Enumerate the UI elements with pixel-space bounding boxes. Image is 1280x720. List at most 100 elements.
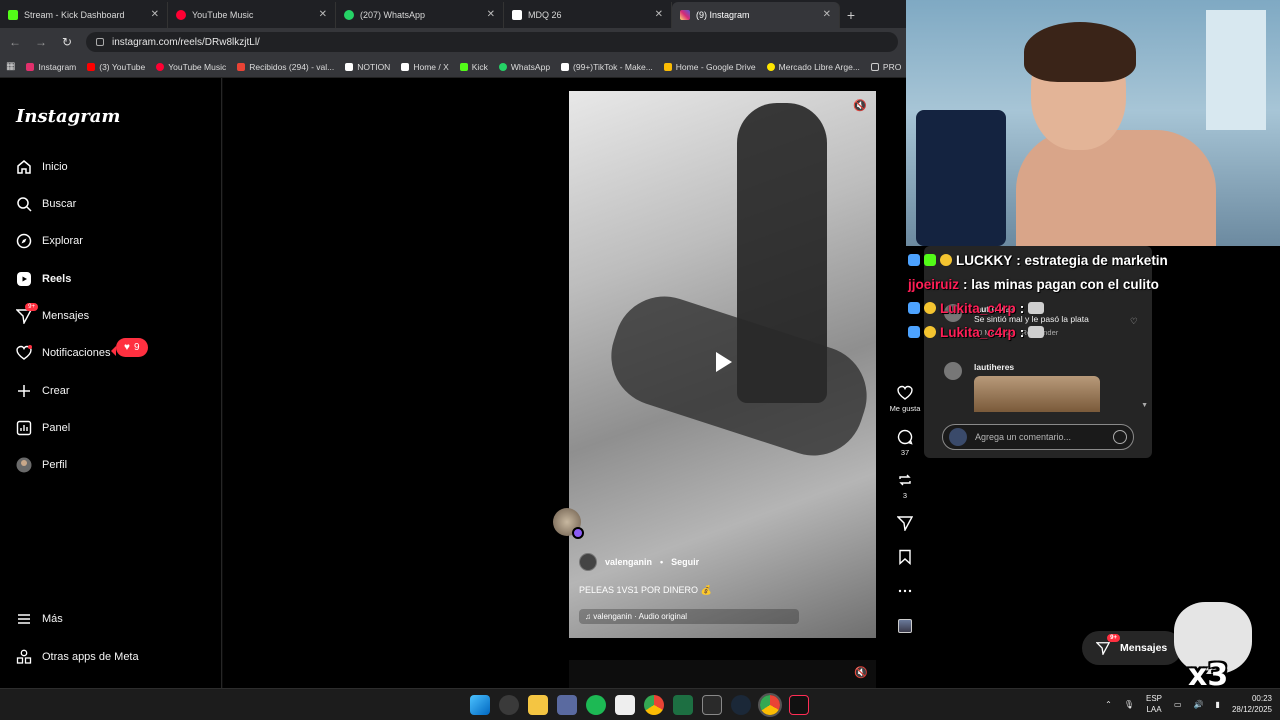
mute-icon[interactable]: 🔇: [852, 99, 868, 115]
apps-grid-icon[interactable]: ▦: [6, 61, 15, 72]
chrome-icon[interactable]: [644, 695, 664, 715]
battery-icon[interactable]: ▮: [1216, 700, 1220, 709]
comment-image[interactable]: [974, 376, 1100, 412]
messages-floating-button[interactable]: 9+ Mensajes: [1082, 631, 1182, 665]
close-icon[interactable]: ✕: [823, 9, 831, 20]
comment-input[interactable]: Agrega un comentario...: [942, 424, 1134, 450]
chevron-up-icon[interactable]: ⌃: [1105, 700, 1112, 709]
author-name[interactable]: valenganin: [605, 557, 652, 567]
language-indicator[interactable]: ESP LAA: [1146, 693, 1162, 715]
mute-icon[interactable]: 🔇: [854, 666, 868, 679]
epic-games-icon[interactable]: [702, 695, 722, 715]
store-icon[interactable]: [557, 695, 577, 715]
bookmark-notion[interactable]: NOTION: [345, 62, 390, 72]
nav-perfil[interactable]: Perfil: [16, 455, 67, 475]
bookmark-kick[interactable]: Kick: [459, 62, 488, 72]
tab-kick-dashboard[interactable]: Stream - Kick Dashboard ✕: [0, 2, 168, 28]
excel-icon[interactable]: [673, 695, 693, 715]
instagram-logo[interactable]: Instagram: [16, 106, 120, 127]
scroll-down-icon[interactable]: ▼: [1141, 402, 1148, 409]
tab-mdq26[interactable]: MDQ 26 ✕: [504, 2, 672, 28]
site-info-icon[interactable]: [96, 38, 104, 46]
reel-caption[interactable]: PELEAS 1VS1 POR DINERO 💰: [579, 585, 712, 596]
close-icon[interactable]: ✕: [655, 9, 663, 20]
microphone-icon[interactable]: 🎙: [1124, 700, 1134, 709]
tab-youtube-music[interactable]: YouTube Music ✕: [168, 2, 336, 28]
bookmark-mercado-libre[interactable]: Mercado Libre Arge...: [766, 62, 860, 72]
reel-side-avatar[interactable]: [553, 508, 584, 539]
bookmark-youtube[interactable]: (3) YouTube: [87, 62, 145, 72]
bookmark-google-drive[interactable]: Home - Google Drive: [663, 61, 756, 72]
heart-icon: [16, 345, 32, 361]
like-button[interactable]: Me gusta: [885, 385, 925, 413]
bookmark-x[interactable]: Home / X: [401, 62, 449, 72]
clock[interactable]: 00:23 28/12/2025: [1232, 693, 1272, 715]
steam-icon[interactable]: [731, 695, 751, 715]
bookmark-instagram[interactable]: Instagram: [26, 62, 76, 72]
nav-explorar[interactable]: Explorar: [16, 231, 83, 251]
spotify-icon[interactable]: [586, 695, 606, 715]
bookmark-label: PRO: [882, 61, 902, 72]
bookmark-label: Home - Google Drive: [675, 61, 756, 72]
close-icon[interactable]: ✕: [319, 9, 327, 20]
cat-sticker: x3: [1168, 596, 1258, 696]
nav-panel[interactable]: Panel: [16, 418, 70, 438]
share-button[interactable]: [885, 515, 925, 531]
copilot-icon[interactable]: [499, 695, 519, 715]
nav-notificaciones[interactable]: Notificaciones: [16, 343, 110, 363]
nav-inicio[interactable]: Inicio: [16, 157, 68, 177]
tab-instagram[interactable]: (9) Instagram ✕: [672, 2, 840, 28]
comment-avatar[interactable]: [944, 362, 962, 380]
bookmark-folder-pro[interactable]: PRO: [870, 61, 902, 72]
bookmark-label: (3) YouTube: [99, 61, 146, 72]
bookmark-whatsapp[interactable]: WhatsApp: [498, 62, 550, 72]
network-icon[interactable]: ▭: [1174, 700, 1182, 709]
webcam-streamer-hair: [1024, 22, 1136, 82]
reload-icon[interactable]: ↻: [60, 35, 74, 49]
separator: •: [660, 557, 664, 567]
reel-video[interactable]: 🔇 valenganin • Seguir PELEAS 1VS1 POR DI…: [569, 91, 876, 638]
save-button[interactable]: [885, 549, 925, 565]
chrome-icon[interactable]: [758, 693, 782, 717]
more-options-button[interactable]: [885, 583, 925, 599]
plus-icon: [16, 383, 32, 399]
bookmark-gmail[interactable]: Recibidos (294) - val...: [237, 62, 334, 72]
nav-reels[interactable]: Reels: [16, 269, 71, 289]
volume-icon[interactable]: 🔊: [1194, 700, 1204, 709]
next-reel-video[interactable]: 🔇: [569, 660, 876, 688]
author-avatar[interactable]: [579, 553, 597, 571]
tiktok-icon[interactable]: [789, 695, 809, 715]
capcut-icon[interactable]: [615, 695, 635, 715]
back-icon[interactable]: ←: [8, 35, 22, 49]
tab-title: YouTube Music: [192, 10, 254, 20]
comment-button[interactable]: 37: [885, 429, 925, 457]
notifications-count-badge[interactable]: ♥ 9: [111, 338, 148, 357]
play-icon[interactable]: [705, 345, 739, 379]
whatsapp-icon: [344, 10, 354, 20]
audio-thumbnail[interactable]: [885, 619, 925, 633]
comment-user[interactable]: lautiheres: [974, 362, 1144, 372]
nav-mensajes[interactable]: 9+ Mensajes: [16, 303, 89, 326]
nav-label: Panel: [42, 422, 71, 434]
bookmark-tiktok[interactable]: (99+)TikTok - Make...: [561, 62, 653, 72]
url-field[interactable]: instagram.com/reels/DRw8lkzjtLl/: [86, 32, 898, 52]
forward-icon[interactable]: →: [34, 35, 48, 49]
chat-message: Lukita_c4rp :: [908, 320, 1208, 344]
kick-icon: [459, 62, 468, 71]
tab-whatsapp[interactable]: (207) WhatsApp ✕: [336, 2, 504, 28]
new-tab-button[interactable]: +: [840, 2, 862, 28]
nav-crear[interactable]: Crear: [16, 381, 70, 401]
bookmark-youtube-music[interactable]: YouTube Music: [156, 62, 226, 72]
repost-button[interactable]: 3: [885, 472, 925, 500]
reel-audio[interactable]: ♫ valenganin · Audio original: [579, 609, 799, 624]
follow-button[interactable]: Seguir: [671, 557, 699, 567]
close-icon[interactable]: ✕: [487, 9, 495, 20]
emoji-icon[interactable]: [1113, 430, 1127, 444]
file-explorer-icon[interactable]: [528, 695, 548, 715]
nav-otras-apps-meta[interactable]: Otras apps de Meta: [16, 647, 139, 667]
nav-buscar[interactable]: Buscar: [16, 194, 76, 214]
nav-mas[interactable]: Más: [16, 609, 63, 629]
close-icon[interactable]: ✕: [151, 9, 159, 20]
start-icon[interactable]: [470, 695, 490, 715]
tab-title: MDQ 26: [528, 10, 562, 20]
